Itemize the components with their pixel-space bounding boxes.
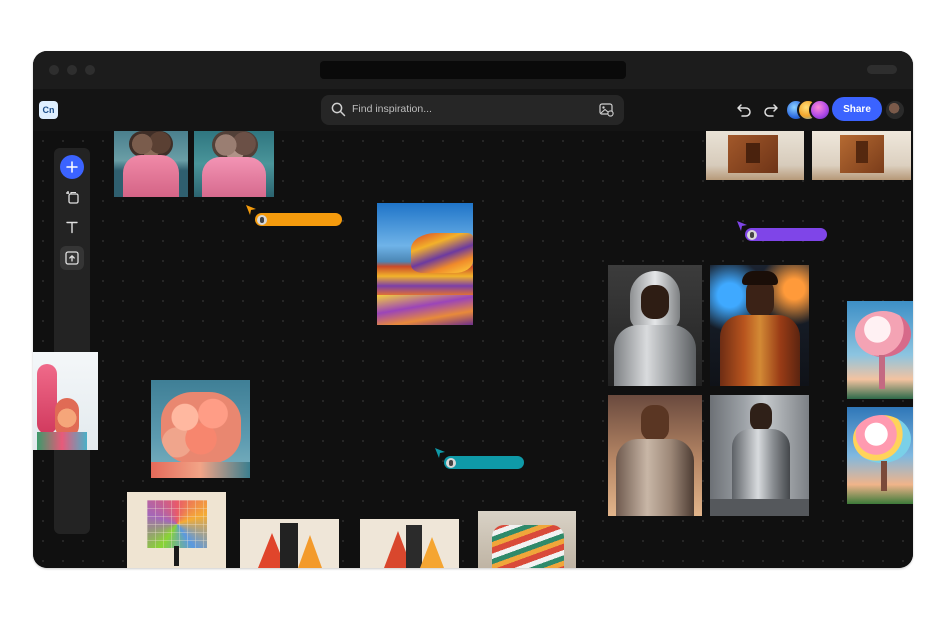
- search-bar[interactable]: Find inspiration...: [321, 95, 624, 125]
- upload-tool[interactable]: [60, 246, 84, 270]
- app-window: Cn Find inspiration... Share: [33, 51, 913, 568]
- inspiration-canvas[interactable]: [33, 131, 913, 568]
- user-avatar[interactable]: [886, 101, 904, 119]
- striped-rock-landscape[interactable]: [377, 203, 473, 325]
- app-logo[interactable]: Cn: [39, 101, 58, 119]
- cursor-icon: [435, 448, 445, 458]
- text-icon: [66, 221, 78, 234]
- duplicate-tool[interactable]: [60, 185, 84, 209]
- neon-jacket-portrait[interactable]: [710, 265, 809, 386]
- striped-sculpture[interactable]: [478, 511, 576, 568]
- upload-icon: [65, 251, 79, 265]
- wooden-sculpture-2[interactable]: [812, 131, 911, 180]
- pixel-tree[interactable]: [127, 492, 226, 568]
- wooden-sculpture-1[interactable]: [706, 131, 804, 180]
- collaborator-avatars[interactable]: [785, 99, 833, 121]
- geometric-building-1[interactable]: [240, 519, 339, 568]
- image-search-icon[interactable]: [599, 103, 614, 117]
- redo-icon[interactable]: [763, 102, 779, 118]
- cursor-icon: [246, 205, 256, 215]
- silver-hoodie-portrait[interactable]: [608, 265, 702, 386]
- browser-menu[interactable]: [867, 65, 897, 74]
- add-button[interactable]: [60, 155, 84, 179]
- collaborator-mini-avatar: [446, 457, 456, 468]
- collaborator-tag-orange: [255, 213, 342, 226]
- browser-titlebar: [33, 51, 913, 89]
- window-maximize-dot[interactable]: [85, 65, 95, 75]
- flower-head-portrait-2[interactable]: [194, 131, 274, 197]
- window-minimize-dot[interactable]: [67, 65, 77, 75]
- window-close-dot[interactable]: [49, 65, 59, 75]
- coral-reef-edge[interactable]: [33, 352, 98, 450]
- cloud-tree-1[interactable]: [847, 301, 913, 399]
- flower-head-portrait-1[interactable]: [114, 131, 188, 197]
- geometric-building-2[interactable]: [360, 519, 459, 568]
- collaborator-tag-teal: [444, 456, 524, 469]
- address-bar[interactable]: [320, 61, 626, 79]
- collaborator-tag-purple: [745, 228, 827, 241]
- undo-icon[interactable]: [736, 102, 752, 118]
- sunset-jacket-portrait[interactable]: [608, 395, 702, 516]
- collaborator-mini-avatar: [257, 214, 267, 225]
- tools-palette: [54, 148, 90, 534]
- pink-coral[interactable]: [151, 380, 250, 478]
- cloud-tree-2[interactable]: [847, 407, 913, 504]
- street-coat-portrait[interactable]: [710, 395, 809, 516]
- text-tool[interactable]: [60, 215, 84, 239]
- plus-icon: [66, 161, 78, 173]
- app-header: Cn Find inspiration... Share: [33, 89, 913, 131]
- collaborator-mini-avatar: [747, 229, 757, 240]
- search-icon: [331, 102, 346, 117]
- collaborator-avatar[interactable]: [809, 99, 831, 121]
- copy-icon: [66, 191, 79, 204]
- search-input[interactable]: Find inspiration...: [352, 103, 432, 115]
- share-button[interactable]: Share: [832, 97, 882, 121]
